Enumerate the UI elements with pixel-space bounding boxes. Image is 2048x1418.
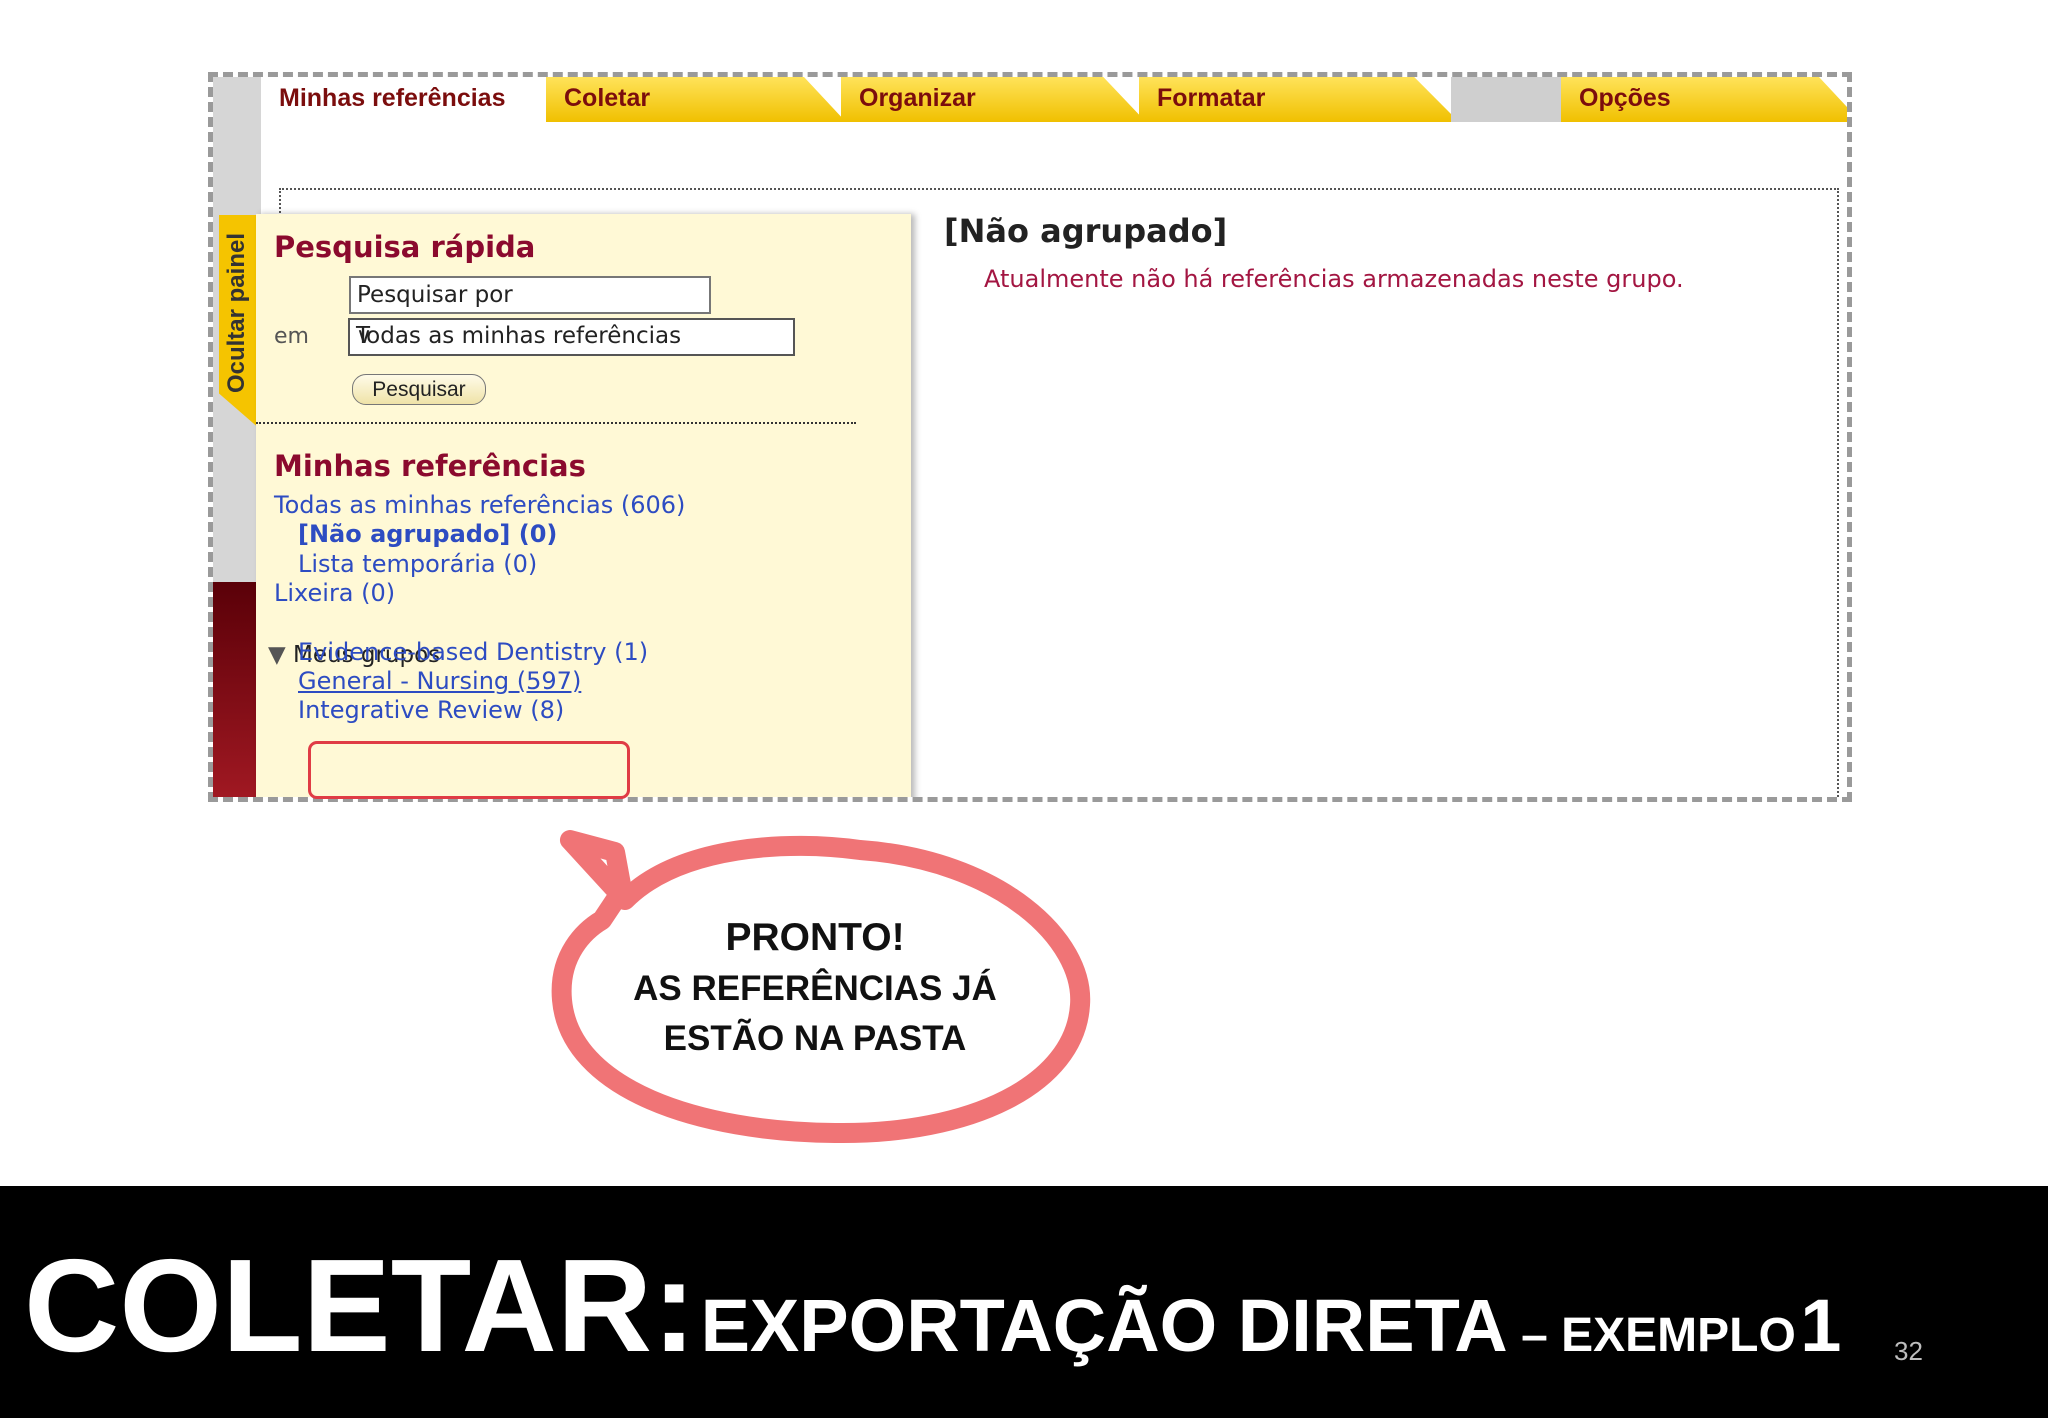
page-number: 32 [1894, 1336, 1923, 1366]
scope-select[interactable]: Todas as minhas referências ∨ [348, 318, 795, 356]
panel-divider [256, 422, 856, 424]
callout-line-2: AS REFERÊNCIAS JÁ [633, 969, 997, 1008]
left-strip-accent [213, 582, 261, 797]
slide-title-sub: EXPORTAÇÃO DIRETA [700, 1284, 1508, 1367]
left-panel: Pesquisa rápida em Todas as minhas refer… [256, 214, 911, 797]
tab-formatar[interactable]: Formatar [1139, 77, 1459, 122]
slide-title: COLETAR: EXPORTAÇÃO DIRETA – EXEMPLO 1 [24, 1230, 1841, 1381]
slide-title-dash: – [1507, 1309, 1562, 1362]
search-input[interactable] [349, 276, 711, 314]
tab-opcoes[interactable]: Opções [1561, 77, 1847, 122]
hide-panel-label: Ocultar painel [223, 233, 250, 394]
link-unfiled[interactable]: [Não agrupado] (0) [298, 520, 557, 548]
slide-footer: COLETAR: EXPORTAÇÃO DIRETA – EXEMPLO 1 3… [0, 1186, 2048, 1418]
callout-line-3: ESTÃO NA PASTA [663, 1019, 967, 1058]
callout-text: PRONTO! AS REFERÊNCIAS JÁ ESTÃO NA PASTA [560, 912, 1070, 1064]
empty-group-message: Atualmente não há referências armazenada… [984, 265, 1684, 293]
tab-minhas-referencias[interactable]: Minhas referências [261, 77, 526, 122]
tab-label: Organizar [859, 84, 976, 112]
left-strip [213, 77, 261, 797]
link-all-references[interactable]: Todas as minhas referências (606) [274, 491, 685, 519]
scope-label: em [274, 324, 309, 349]
callout-line-1: PRONTO! [725, 916, 905, 959]
tab-organizar[interactable]: Organizar [841, 77, 1146, 122]
hide-panel-toggle[interactable]: Ocultar painel [219, 215, 261, 430]
tab-label: Formatar [1157, 84, 1266, 112]
my-references-heading: Minhas referências [274, 449, 586, 483]
tab-coletar[interactable]: Coletar [546, 77, 846, 122]
quick-search-heading: Pesquisa rápida [274, 230, 536, 264]
search-button[interactable]: Pesquisar [352, 374, 486, 405]
tab-bar: Minhas referências Coletar Organizar For… [261, 77, 1847, 122]
link-trash[interactable]: Lixeira (0) [274, 579, 395, 607]
link-group-general-nursing[interactable]: General - Nursing (597) [298, 667, 581, 695]
chevron-down-icon: ∨ [356, 324, 373, 349]
slide-title-number: 1 [1800, 1284, 1842, 1367]
tab-label: Opções [1579, 84, 1671, 112]
triangle-down-icon: ▼ [268, 642, 286, 668]
screenshot-frame: Ocultar painel Minhas referências Coleta… [208, 72, 1852, 802]
slide-title-small: EXEMPLO [1561, 1309, 1796, 1362]
tab-label: Coletar [564, 84, 651, 112]
link-group-evidence-based-dentistry[interactable]: Evidence-based Dentistry (1) [298, 638, 648, 666]
link-group-integrative-review[interactable]: Integrative Review (8) [298, 696, 564, 724]
highlight-box [308, 741, 630, 799]
group-title: [Não agrupado] [944, 212, 1228, 250]
slide-title-main: COLETAR: [24, 1232, 697, 1379]
tab-label: Minhas referências [279, 84, 506, 112]
link-quick-list[interactable]: Lista temporária (0) [298, 550, 537, 578]
